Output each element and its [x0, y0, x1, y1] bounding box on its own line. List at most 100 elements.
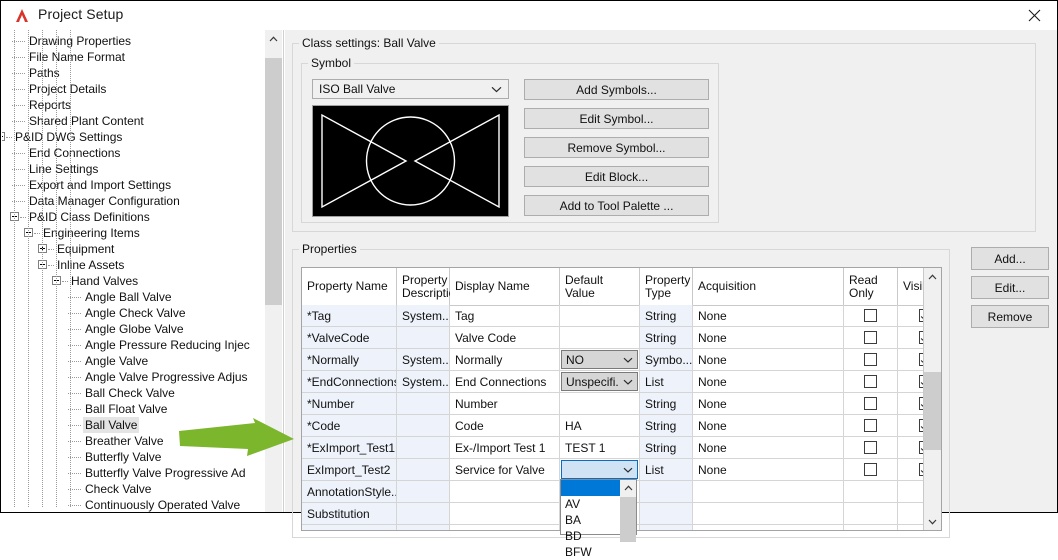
add-symbols-button[interactable]: Add Symbols... — [524, 79, 709, 100]
service-for-valve-dropdown-list[interactable]: AV BA BD BFW — [560, 479, 637, 559]
cell-readonly[interactable] — [844, 437, 898, 458]
cell-name[interactable]: *ValveCode — [302, 327, 397, 348]
cell-desc[interactable]: System... — [397, 305, 450, 326]
cell-name[interactable]: *Tag — [302, 305, 397, 326]
symbol-select[interactable]: ISO Ball Valve — [312, 79, 509, 99]
tree-scrollbar[interactable] — [264, 30, 282, 512]
cell-display[interactable]: End Connections — [450, 371, 560, 392]
properties-table-scrollbar[interactable] — [923, 268, 941, 530]
cell-display[interactable]: Tag — [450, 305, 560, 326]
column-header[interactable]: Read Only — [844, 268, 898, 305]
cell-display[interactable]: Code — [450, 415, 560, 436]
read-only-checkbox[interactable] — [864, 463, 877, 476]
cell-name[interactable]: *EndConnections — [302, 371, 397, 392]
cell-desc[interactable] — [397, 459, 450, 480]
cell-name[interactable]: *Code — [302, 415, 397, 436]
cell-acq[interactable] — [693, 481, 844, 502]
cell-display[interactable] — [450, 481, 560, 502]
default-value-select[interactable]: NO — [561, 350, 638, 369]
cell-readonly[interactable] — [844, 371, 898, 392]
remove-property-button[interactable]: Remove — [971, 305, 1049, 328]
tree-scrollbar-thumb[interactable] — [265, 58, 282, 305]
close-icon[interactable] — [1011, 1, 1057, 29]
edit-property-button[interactable]: Edit... — [971, 276, 1049, 299]
cell-default[interactable] — [560, 327, 640, 348]
cell-default[interactable] — [560, 393, 640, 414]
cell-name[interactable]: *Normally — [302, 349, 397, 370]
column-header[interactable]: Acquisition — [693, 268, 844, 305]
table-row[interactable]: *Code Code HA String None — [302, 415, 932, 437]
cell-acq[interactable] — [693, 503, 844, 524]
read-only-checkbox[interactable] — [864, 375, 877, 388]
read-only-checkbox[interactable] — [864, 331, 877, 344]
cell-acq[interactable]: None — [693, 371, 844, 392]
cell-type[interactable]: String — [640, 327, 693, 348]
table-row[interactable]: ExImport_Test2 Service for Valve List None — [302, 459, 932, 481]
cell-default[interactable] — [560, 305, 640, 326]
cell-readonly[interactable] — [844, 525, 898, 530]
cell-display[interactable]: Valve Code — [450, 327, 560, 348]
cell-type[interactable]: String — [640, 437, 693, 458]
cell-name[interactable]: *Number — [302, 393, 397, 414]
table-row[interactable]: *EndConnections System... End Connections U… — [302, 371, 932, 393]
cell-readonly[interactable] — [844, 459, 898, 480]
cell-default[interactable] — [560, 459, 640, 480]
cell-desc[interactable] — [397, 327, 450, 348]
cell-desc[interactable] — [397, 415, 450, 436]
read-only-checkbox[interactable] — [864, 353, 877, 366]
cell-acq[interactable] — [693, 525, 844, 530]
tree-collapse-icon[interactable] — [2, 132, 5, 141]
table-row[interactable]: *Normally System... Normally NO Symbo... None — [302, 349, 932, 371]
table-row[interactable]: *Tag System... Tag String None — [302, 305, 932, 327]
cell-display[interactable]: Ex-/Import Test 1 — [450, 437, 560, 458]
navigation-tree[interactable]: Drawing Properties File Name Format Paths P… — [2, 30, 264, 512]
tree-scroll-up-icon[interactable] — [265, 30, 282, 47]
cell-display[interactable] — [450, 503, 560, 524]
cell-readonly[interactable] — [844, 503, 898, 524]
cell-acq[interactable]: None — [693, 437, 844, 458]
cell-type[interactable]: Symbo... — [640, 349, 693, 370]
cell-display[interactable]: Number — [450, 393, 560, 414]
cell-default[interactable]: HA — [560, 415, 640, 436]
cell-name[interactable]: SupportedStan — [302, 525, 397, 530]
read-only-checkbox[interactable] — [864, 441, 877, 454]
cell-desc[interactable] — [397, 503, 450, 524]
cell-desc[interactable] — [397, 525, 450, 530]
table-row[interactable]: *Number Number String None — [302, 393, 932, 415]
cell-acq[interactable]: None — [693, 415, 844, 436]
cell-desc[interactable] — [397, 481, 450, 502]
column-header[interactable]: Default Value — [560, 268, 640, 305]
cell-acq[interactable]: None — [693, 305, 844, 326]
read-only-checkbox[interactable] — [864, 419, 877, 432]
cell-acq[interactable]: None — [693, 459, 844, 480]
cell-type[interactable]: String — [640, 415, 693, 436]
cell-display[interactable]: Service for Valve — [450, 459, 560, 480]
table-scroll-down-icon[interactable] — [924, 513, 941, 530]
cell-readonly[interactable] — [844, 327, 898, 348]
remove-symbol-button[interactable]: Remove Symbol... — [524, 137, 709, 158]
cell-default[interactable]: NO — [560, 349, 640, 370]
column-header[interactable]: Property Descriptio — [397, 268, 455, 305]
add-to-tool-palette-button[interactable]: Add to Tool Palette ... — [524, 195, 709, 216]
column-header[interactable]: Property Type — [640, 268, 693, 305]
cell-type[interactable]: List — [640, 371, 693, 392]
table-row[interactable]: *ValveCode Valve Code String None — [302, 327, 932, 349]
navigation-tree-pane[interactable]: Drawing Properties File Name Format Paths P… — [2, 30, 284, 512]
edit-symbol-button[interactable]: Edit Symbol... — [524, 108, 709, 129]
cell-name[interactable]: ExImport_Test2 — [302, 459, 397, 480]
cell-default[interactable]: TEST 1 — [560, 437, 640, 458]
dropdown-scrollbar-thumb[interactable] — [620, 497, 636, 542]
cell-readonly[interactable] — [844, 393, 898, 414]
cell-acq[interactable]: None — [693, 393, 844, 414]
table-scrollbar-thumb[interactable] — [924, 372, 941, 450]
cell-type[interactable] — [640, 525, 693, 530]
cell-type[interactable] — [640, 503, 693, 524]
cell-readonly[interactable] — [844, 305, 898, 326]
cell-name[interactable]: Substitution — [302, 503, 397, 524]
cell-name[interactable]: *ExImport_Test1 — [302, 437, 397, 458]
cell-type[interactable]: List — [640, 459, 693, 480]
cell-desc[interactable] — [397, 437, 450, 458]
column-header[interactable]: Display Name — [450, 268, 560, 305]
add-property-button[interactable]: Add... — [971, 247, 1049, 270]
cell-type[interactable]: String — [640, 393, 693, 414]
